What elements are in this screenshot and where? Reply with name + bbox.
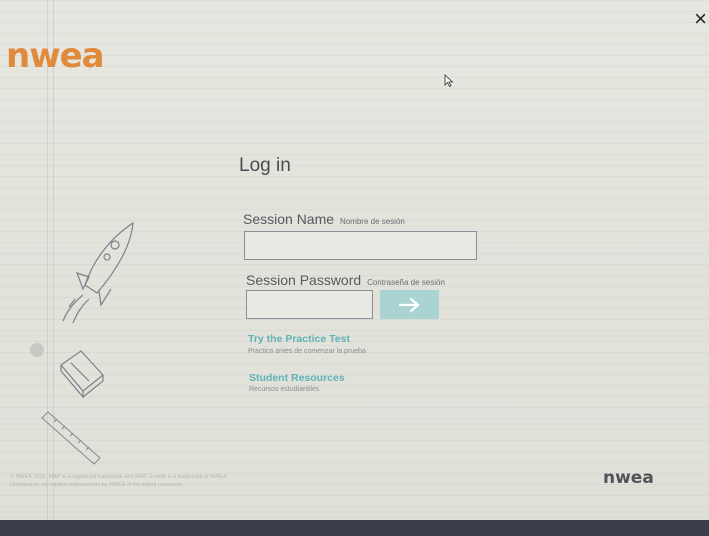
practice-test-sublabel: Practica antes de comenzar la prueba	[248, 348, 366, 355]
session-name-label-spanish: Nombre de sesión	[339, 217, 405, 226]
footer-copyright: © NWEA 2015. MAP is a registered tradema…	[10, 474, 227, 480]
dot-doodle	[30, 343, 44, 357]
practice-test-link[interactable]: Try the Practice Test	[248, 333, 350, 345]
close-icon[interactable]: ×	[694, 8, 707, 30]
submit-button[interactable]	[380, 290, 439, 319]
session-password-label-spanish: Contraseña de sesión	[367, 278, 445, 287]
student-resources-link[interactable]: Student Resources	[249, 372, 345, 384]
session-password-label-text: Session Password	[246, 272, 362, 288]
session-name-input[interactable]	[244, 231, 477, 260]
nwea-logo: nwea	[6, 36, 105, 76]
login-screen: × nwea Log in Session Name Nombre de ses…	[0, 0, 709, 536]
book-doodle	[60, 350, 104, 399]
ruler-doodle	[41, 411, 101, 465]
nwea-footer-logo: nwea	[603, 468, 654, 488]
student-resources-sublabel: Recursos estudiantiles	[249, 386, 320, 393]
session-name-label: Session Name Nombre de sesión	[243, 211, 405, 227]
arrow-right-icon	[398, 297, 419, 312]
mouse-cursor-icon	[444, 74, 454, 88]
session-password-input[interactable]	[246, 290, 373, 319]
session-password-label: Session Password Contraseña de sesión	[246, 272, 445, 288]
footer-disclosure: Disclosures: no implied endorsement by N…	[10, 482, 183, 488]
rocket-doodle	[62, 221, 134, 324]
session-name-label-text: Session Name	[243, 211, 335, 227]
page-title: Log in	[239, 155, 291, 176]
taskbar	[0, 520, 709, 536]
